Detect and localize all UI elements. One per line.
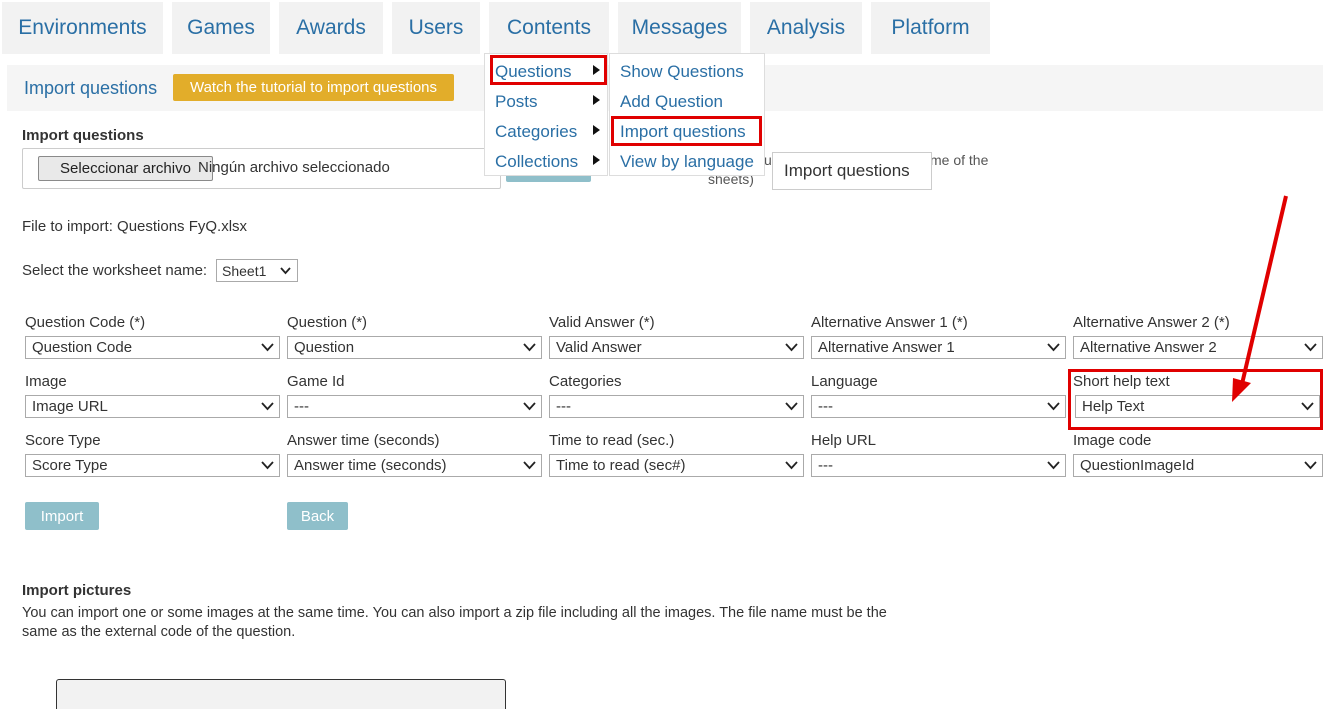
annotation-arrow-icon (1232, 195, 1288, 402)
